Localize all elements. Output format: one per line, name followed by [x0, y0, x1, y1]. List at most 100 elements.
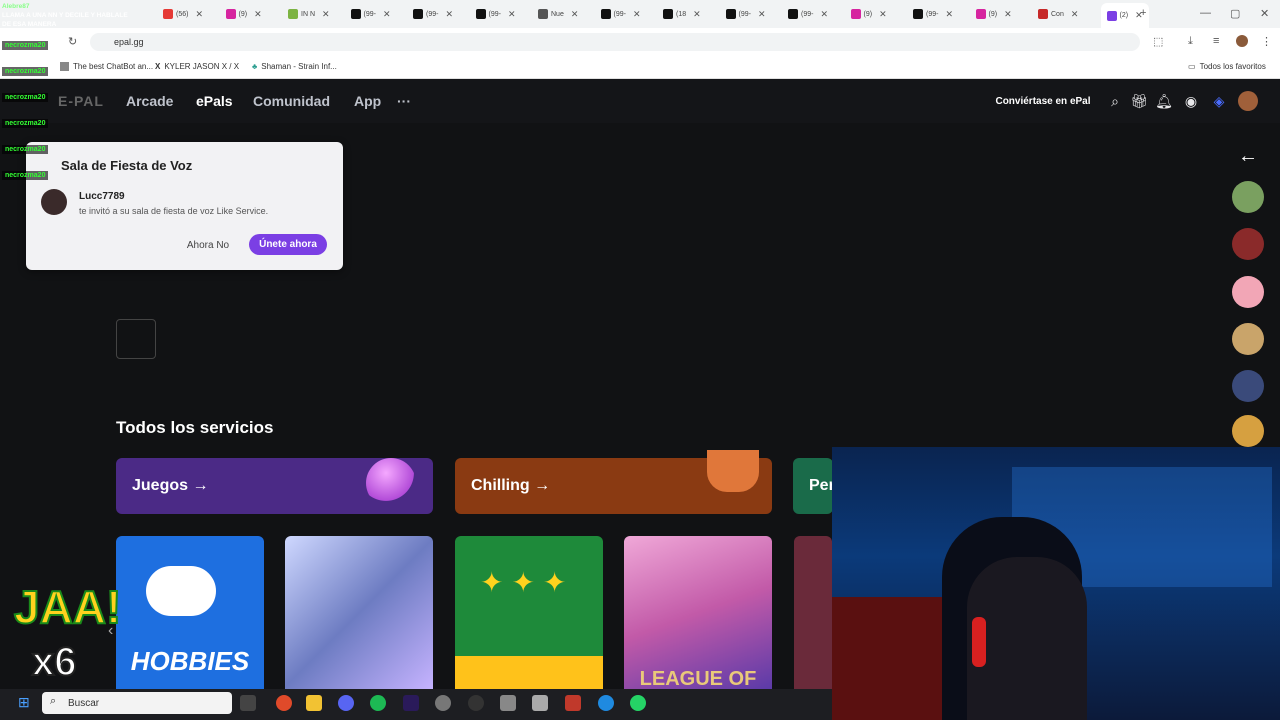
browser-tab[interactable]: (99- ✕ [350, 6, 391, 22]
tab-favicon-icon [413, 9, 423, 19]
tab-close-icon[interactable]: ✕ [383, 9, 391, 20]
nav-arcade[interactable]: Arcade [126, 93, 173, 109]
edge-icon[interactable] [598, 695, 614, 711]
browser-tab[interactable]: (9) ✕ [850, 6, 887, 22]
browser-tab[interactable]: (99- ✕ [788, 6, 828, 22]
bell-icon[interactable]: 🔔︎ [1155, 92, 1173, 110]
rail-avatar[interactable] [1232, 181, 1264, 213]
calculator-icon[interactable] [532, 695, 548, 711]
url-input[interactable]: epal.gg [90, 33, 1140, 51]
app-icon[interactable] [500, 695, 516, 711]
tab-close-icon[interactable]: ✕ [571, 9, 579, 20]
tab-close-icon[interactable]: ✕ [820, 9, 828, 20]
service-thumb-game[interactable] [285, 536, 433, 690]
browser-tab[interactable]: (99- ✕ [913, 6, 953, 22]
tab-close-icon[interactable]: ✕ [1071, 9, 1079, 20]
search-icon[interactable]: ⌕ [1106, 92, 1124, 110]
app-icon[interactable] [565, 695, 581, 711]
services-title: Todos los servicios [116, 418, 274, 437]
browser-tab[interactable]: Con ✕ [1038, 6, 1078, 22]
gift-icon[interactable]: 🎁︎ [1130, 92, 1148, 110]
tab-label: Nue [551, 10, 564, 18]
media-icon[interactable]: ≡ [1213, 35, 1219, 47]
tab-close-icon[interactable]: ✕ [508, 9, 516, 20]
inviter-username: Lucc7789 [79, 191, 125, 202]
tab-close-icon[interactable]: ✕ [445, 9, 453, 20]
coffee-cup-icon [707, 450, 759, 492]
minimize-icon[interactable]: — [1200, 7, 1211, 19]
browser-tab[interactable]: (9) ✕ [975, 6, 1012, 22]
reload-icon[interactable]: ↻ [68, 35, 77, 48]
rail-avatar[interactable] [1232, 323, 1264, 355]
decline-button[interactable]: Ahora No [178, 235, 238, 255]
category-games[interactable]: Juegos → [116, 458, 433, 514]
join-now-button[interactable]: Únete ahora [249, 234, 327, 255]
service-thumb-league[interactable]: LEAGUE OF [624, 536, 772, 690]
tab-close-icon[interactable]: ✕ [322, 9, 330, 20]
browser-tab[interactable]: IN N ✕ [288, 6, 330, 22]
service-thumb-chilling[interactable]: ✦✦✦ [455, 536, 603, 690]
download-icon[interactable]: ⤓ [1188, 35, 1193, 48]
app-icon[interactable] [435, 695, 451, 711]
tab-close-icon[interactable]: ✕ [693, 9, 701, 20]
tab-close-icon[interactable]: ✕ [254, 9, 262, 20]
obs-icon[interactable] [468, 695, 484, 711]
tab-close-icon[interactable]: ✕ [633, 9, 641, 20]
file-explorer-icon[interactable] [306, 695, 322, 711]
new-tab-icon[interactable]: + [1140, 7, 1146, 19]
service-thumb-partial[interactable] [794, 536, 832, 690]
browser-tab[interactable]: Nue ✕ [538, 6, 578, 22]
discord-icon[interactable] [338, 695, 354, 711]
tab-close-icon[interactable]: ✕ [879, 9, 887, 20]
tab-favicon-icon [913, 9, 923, 19]
windows-start-icon[interactable]: ⊞ [18, 694, 30, 711]
rail-avatar[interactable] [1232, 228, 1264, 260]
category-chilling[interactable]: Chilling → [455, 450, 772, 514]
discord-icon[interactable]: ◉ [1182, 92, 1200, 110]
nav-epals[interactable]: ePals [196, 93, 233, 109]
site-logo[interactable]: E-PAL [58, 93, 104, 109]
nav-comunidad[interactable]: Comunidad [253, 93, 330, 109]
tab-favicon-icon [538, 9, 548, 19]
profile-avatar[interactable] [1236, 35, 1248, 47]
close-window-icon[interactable]: ✕ [1260, 7, 1269, 20]
taskbar-search[interactable]: Buscar [42, 692, 232, 714]
browser-tab[interactable]: (99- ✕ [475, 6, 516, 22]
category-label: Chilling → [471, 477, 551, 494]
back-arrow-icon[interactable]: ← [1238, 145, 1258, 168]
maximize-icon[interactable]: ▢ [1230, 7, 1240, 20]
mascot-icon[interactable]: ◈ [1210, 92, 1228, 110]
invite-message: te invitó a su sala de fiesta de voz Lik… [79, 206, 269, 216]
browser-tab[interactable]: (99- ✕ [725, 6, 766, 22]
premiere-icon[interactable] [403, 695, 419, 711]
user-avatar[interactable] [1238, 91, 1258, 111]
browser-tab[interactable]: (9) ✕ [225, 6, 262, 22]
rail-avatar[interactable] [1232, 415, 1264, 447]
category-partial[interactable]: Per [793, 458, 833, 514]
all-bookmarks[interactable]: ▭ Todos los favoritos [1188, 62, 1266, 71]
extensions-icon[interactable]: ⬚ [1153, 35, 1163, 48]
menu-icon[interactable]: ⋮ [1261, 35, 1272, 48]
browser-tab[interactable]: (99- ✕ [600, 6, 641, 22]
nav-more-icon[interactable]: ··· [397, 93, 411, 109]
become-epal-button[interactable]: Conviértase en ePal [988, 90, 1098, 112]
task-view-icon[interactable] [240, 695, 256, 711]
tab-close-icon[interactable]: ✕ [945, 9, 953, 20]
rail-avatar[interactable] [1232, 370, 1264, 402]
chrome-icon[interactable] [276, 695, 292, 711]
spotify-icon[interactable] [370, 695, 386, 711]
service-thumb-hobbies[interactable]: HOBBIES [116, 536, 264, 690]
tab-close-icon[interactable]: ✕ [758, 9, 766, 20]
browser-tab[interactable]: (56) ✕ [163, 6, 203, 22]
bookmark-item[interactable]: ♣ Shaman - Strain Inf... [252, 62, 337, 71]
browser-tab[interactable]: (18 ✕ [663, 6, 701, 22]
bookmark-item[interactable]: X KYLER JASON X / X [155, 62, 239, 71]
tab-close-icon[interactable]: ✕ [195, 9, 203, 20]
tab-close-icon[interactable]: ✕ [1004, 9, 1012, 20]
bookmark-item[interactable]: The best ChatBot an... [60, 62, 153, 71]
nav-app[interactable]: App [354, 93, 381, 109]
browser-tab[interactable]: (99- ✕ [413, 6, 453, 22]
rail-avatar[interactable] [1232, 276, 1264, 308]
whatsapp-icon[interactable] [630, 695, 646, 711]
tab-favicon-icon [288, 9, 298, 19]
